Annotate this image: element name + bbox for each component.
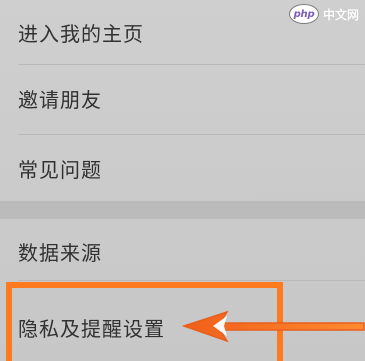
menu-item-label: 邀请朋友: [18, 87, 102, 112]
menu-item-faq[interactable]: 常见问题: [0, 136, 365, 200]
settings-screen: php 中文网 进入我的主页 邀请朋友 常见问题 数据来源 隐私及提醒设置: [0, 0, 365, 361]
menu-item-invite-friends[interactable]: 邀请朋友: [0, 66, 365, 130]
menu-divider: [18, 280, 365, 281]
menu-divider: [18, 64, 365, 65]
menu-item-label: 进入我的主页: [18, 21, 144, 46]
watermark: php 中文网: [271, 0, 365, 28]
left-arrow-icon: [181, 310, 365, 343]
watermark-text: 中文网: [322, 7, 359, 22]
menu-item-label: 隐私及提醒设置: [18, 316, 165, 341]
watermark-badge: php: [288, 4, 319, 24]
menu-item-data-source[interactable]: 数据来源: [0, 219, 365, 283]
section-gap: [0, 201, 365, 219]
menu-item-label: 常见问题: [18, 157, 102, 182]
menu-item-label: 数据来源: [18, 240, 102, 265]
menu-divider: [18, 134, 365, 135]
